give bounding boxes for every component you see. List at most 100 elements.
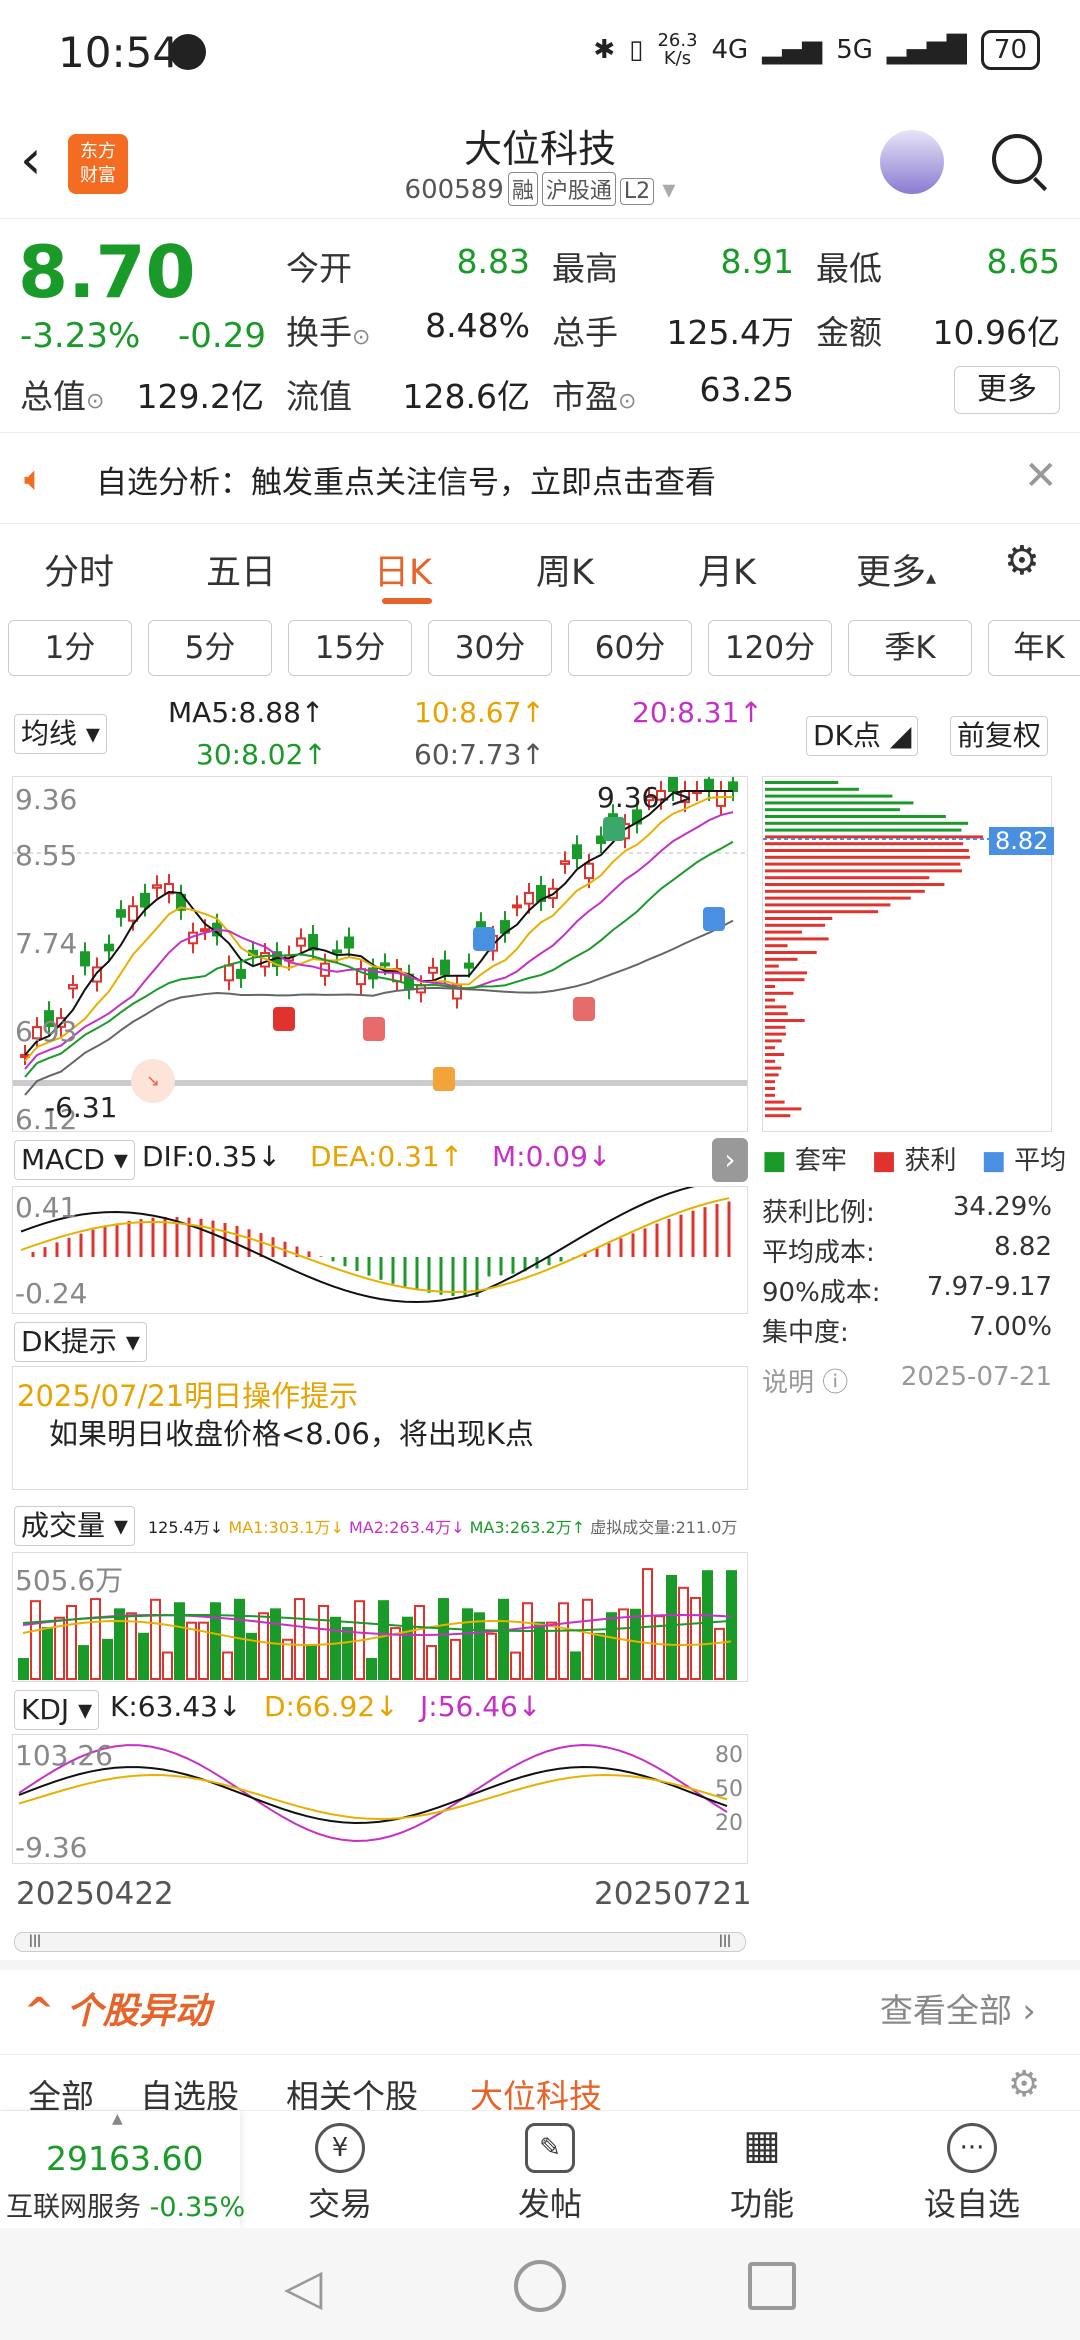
status-bar: 10:54 ✱ ▯ 26.3 K/s 4G ▂▄▆ 5G ▂▄▆█ 70: [0, 0, 1080, 108]
chip-bar: [765, 1026, 785, 1029]
pe-value: 63.25: [680, 370, 794, 409]
volume-virtual: 虚拟成交量:211.0万: [590, 1518, 737, 1537]
macd-chart[interactable]: 0.41 -0.24: [12, 1186, 748, 1314]
nav-function[interactable]: ▦ 功能: [702, 2117, 822, 2225]
kdj-k: K:63.43↓: [110, 1690, 241, 1723]
volume-bar: [427, 1646, 436, 1679]
chip-bar: [765, 951, 817, 954]
nav-add-watchlist[interactable]: ··· 设自选: [912, 2117, 1032, 2225]
signal-bars-icon-2: ▂▄▆█: [887, 35, 967, 65]
total-mv-label[interactable]: 总值⊙: [20, 370, 104, 418]
ma-selector[interactable]: 均线 ▾: [14, 714, 107, 754]
chip-bar: [765, 883, 944, 886]
chip-distribution[interactable]: 8.82: [762, 776, 1052, 1132]
chip-bar: [765, 876, 929, 879]
chip-bar: [765, 1073, 779, 1076]
settings-gear-icon[interactable]: ⚙: [1004, 538, 1040, 584]
kdj-d-line: [19, 1775, 727, 1819]
tab-monthly-k[interactable]: 月K: [698, 544, 756, 595]
chip-bar: [765, 863, 960, 866]
chip-bar: [765, 903, 890, 906]
macd-selector[interactable]: MACD ▾: [14, 1140, 135, 1180]
period-year-k[interactable]: 年K: [988, 620, 1080, 676]
home-circle-icon[interactable]: [514, 2260, 566, 2312]
chip-bar: [765, 910, 878, 913]
chip-bar: [765, 1053, 784, 1056]
chevron-right-icon[interactable]: ›: [712, 1138, 748, 1182]
volume-bar: [487, 1634, 496, 1679]
period-60min[interactable]: 60分: [568, 620, 692, 676]
chip-note-row[interactable]: 说明 ⓘ 2025-07-21: [762, 1362, 1052, 1402]
chip-bar: [765, 999, 775, 1002]
tab-weekly-k[interactable]: 周K: [536, 544, 594, 595]
view-all-link[interactable]: 查看全部 ›: [880, 1984, 1036, 2032]
low-label: 最低: [816, 242, 882, 290]
period-quarter-k[interactable]: 季K: [848, 620, 972, 676]
assistant-robot-icon[interactable]: [880, 130, 944, 194]
recents-square-icon[interactable]: [748, 2262, 796, 2310]
macd-dif: DIF:0.35↓: [142, 1140, 281, 1173]
tab-intraday[interactable]: 分时: [44, 544, 114, 595]
ma5-value: MA5:8.88↑: [168, 696, 324, 729]
search-icon[interactable]: [992, 134, 1042, 184]
pe-label[interactable]: 市盈⊙: [552, 370, 636, 418]
low-value: 8.65: [950, 242, 1060, 281]
chip-bar: [765, 1033, 786, 1036]
tab-daily-k[interactable]: 日K: [374, 544, 432, 595]
tab-more[interactable]: 更多▴: [856, 544, 936, 595]
trade-icon: ¥: [315, 2123, 365, 2173]
turnover-label[interactable]: 换手⊙: [286, 306, 370, 354]
amount-value: 10.96亿: [920, 306, 1060, 354]
chip-bar: [765, 931, 802, 934]
period-30min[interactable]: 30分: [428, 620, 552, 676]
close-icon[interactable]: ✕: [1024, 453, 1058, 499]
volume-bar: [103, 1640, 112, 1679]
dk-point-selector[interactable]: DK点 ◢: [806, 716, 918, 756]
chip-bar: [765, 958, 798, 961]
kdj-d: D:66.92↓: [264, 1690, 399, 1723]
range-scrollbar[interactable]: ||| |||: [14, 1932, 746, 1952]
candle-body: [429, 968, 437, 973]
scroll-handle-right[interactable]: |||: [707, 1933, 743, 1949]
tab-underline: [382, 598, 432, 604]
period-1min[interactable]: 1分: [8, 620, 132, 676]
date-end: 20250721: [594, 1876, 752, 1912]
adjust-selector[interactable]: 前复权: [950, 716, 1048, 756]
volume-bar: [139, 1634, 148, 1679]
back-triangle-icon[interactable]: ◁: [284, 2258, 322, 2316]
period-5min[interactable]: 5分: [148, 620, 272, 676]
volume-bar: [31, 1601, 40, 1679]
nav-trade[interactable]: ¥ 交易: [280, 2117, 400, 2225]
candle-body: [297, 938, 305, 945]
candle-body: [513, 905, 521, 907]
index-ticker[interactable]: ▲ 29163.60 互联网服务 -0.35%: [0, 2111, 240, 2229]
more-button[interactable]: 更多: [954, 366, 1060, 414]
kdj-selector[interactable]: KDJ ▾: [14, 1690, 99, 1730]
kline-chart[interactable]: 9.36 8.55 7.74 6.93 6.12 9.36-> -6.31 ↘: [12, 776, 748, 1132]
signal-4g: 4G: [712, 35, 749, 65]
macd-dif-line: [21, 1187, 729, 1302]
volume-chart[interactable]: 505.6万: [12, 1552, 748, 1682]
dk-prompt-selector[interactable]: DK提示 ▾: [14, 1322, 147, 1362]
candle-body: [525, 893, 533, 904]
volume-ma3: MA3:263.2万↑: [470, 1518, 586, 1537]
period-15min[interactable]: 15分: [288, 620, 412, 676]
chip-bar: [765, 937, 829, 940]
info-icon: ⊙: [352, 325, 370, 350]
candle-body: [573, 845, 581, 858]
volume-selector[interactable]: 成交量 ▾: [14, 1506, 135, 1546]
notice-text[interactable]: 自选分析：触发重点关注信号，立即点击查看: [96, 457, 716, 502]
notice-bar[interactable]: 🔈︎ 自选分析：触发重点关注信号，立即点击查看 ✕: [0, 432, 1080, 524]
period-120min[interactable]: 120分: [708, 620, 832, 676]
candle-body: [729, 782, 737, 791]
nav-post[interactable]: ✎ 发帖: [490, 2117, 610, 2225]
scroll-handle-left[interactable]: |||: [17, 1933, 53, 1949]
expand-arrow-icon[interactable]: ↘: [131, 1059, 175, 1103]
kdj-chart[interactable]: 103.26 -9.36 80 50 20: [12, 1734, 748, 1864]
tab-five-day[interactable]: 五日: [206, 544, 276, 595]
kline-min-label: -6.31: [45, 1091, 117, 1124]
float-mv-label: 流值: [286, 370, 352, 418]
bluetooth-icon: ✱: [593, 35, 615, 65]
subtab-gear-icon[interactable]: ⚙: [1008, 2064, 1040, 2105]
total-mv-value: 129.2亿: [130, 370, 264, 418]
